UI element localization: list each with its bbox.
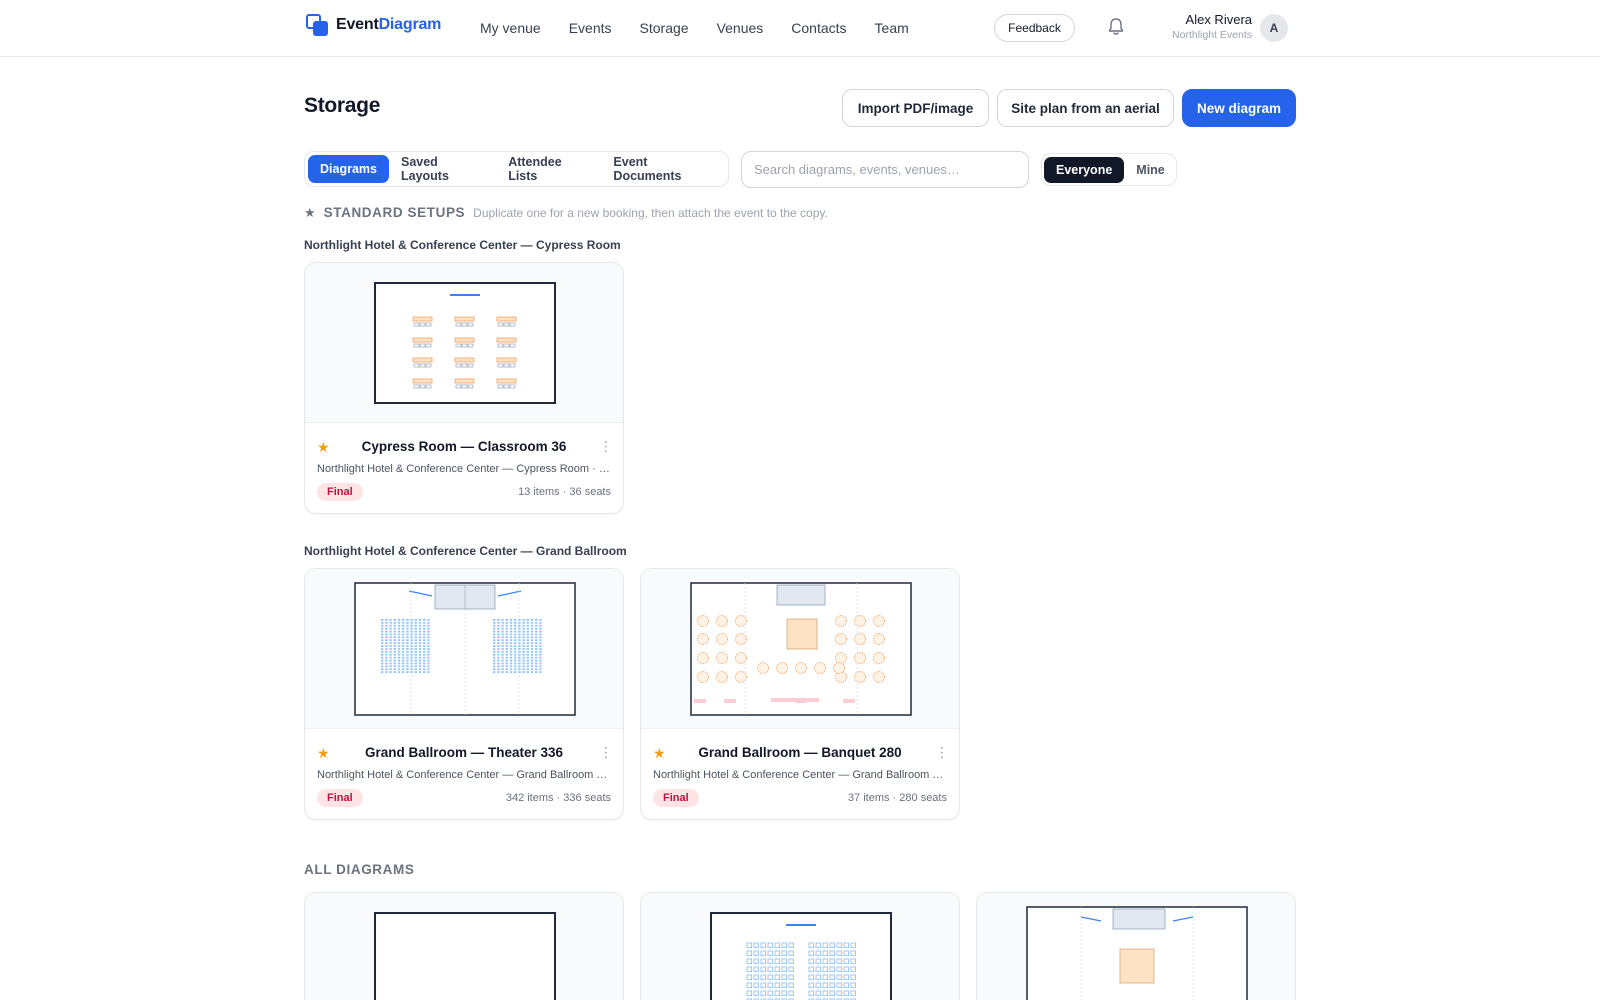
scope-mine-button[interactable]: Mine <box>1124 157 1176 183</box>
card-title: Grand Ballroom — Banquet 280 <box>698 745 902 760</box>
avatar[interactable]: A <box>1260 14 1288 42</box>
star-icon[interactable]: ★ <box>317 439 330 456</box>
page-title: Storage <box>304 94 381 117</box>
theater-layout-thumb <box>354 582 576 716</box>
user-name: Alex Rivera <box>1185 12 1252 27</box>
card-subtitle: Northlight Hotel & Conference Center — G… <box>317 769 611 781</box>
status-badge: Final <box>317 789 363 807</box>
diagram-card[interactable] <box>976 892 1296 1000</box>
logo-icon <box>306 14 328 36</box>
feedback-button[interactable]: Feedback <box>994 14 1075 42</box>
theater-small-layout-thumb <box>710 912 892 1000</box>
diagram-card[interactable]: ★ Cypress Room — Classroom 36 ⋮ Northlig… <box>304 262 624 514</box>
import-pdf-button[interactable]: Import PDF/image <box>842 89 989 127</box>
diagram-card[interactable]: ★ Grand Ballroom — Banquet 280 ⋮ Northli… <box>640 568 960 820</box>
diagram-thumbnail <box>641 893 959 1000</box>
stage-layout-thumb <box>1026 906 1248 1000</box>
nav-item-storage[interactable]: Storage <box>640 20 689 36</box>
diagram-thumbnail <box>305 893 623 1000</box>
banquet-layout-thumb <box>690 582 912 716</box>
star-icon[interactable]: ★ <box>317 745 330 762</box>
star-icon: ★ <box>304 205 316 220</box>
section-title: STANDARD SETUPS <box>323 205 466 220</box>
venue-group-title: Northlight Hotel & Conference Center — G… <box>304 544 627 558</box>
search-input[interactable] <box>741 151 1029 188</box>
standard-setups-heading: ★ STANDARD SETUPS Duplicate one for a ne… <box>304 205 828 221</box>
card-subtitle: Northlight Hotel & Conference Center — G… <box>653 769 947 781</box>
section-title: ALL DIAGRAMS <box>304 862 415 877</box>
diagram-card[interactable] <box>640 892 960 1000</box>
bell-icon[interactable] <box>1107 17 1125 37</box>
nav-links: My venue Events Storage Venues Contacts … <box>480 0 937 56</box>
diagram-thumbnail <box>641 569 959 729</box>
nav-item-my-venue[interactable]: My venue <box>480 20 541 36</box>
top-nav: EventDiagram My venue Events Storage Ven… <box>0 0 1600 57</box>
star-icon[interactable]: ★ <box>653 745 666 762</box>
status-badge: Final <box>317 483 363 501</box>
card-subtitle: Northlight Hotel & Conference Center — C… <box>317 463 610 475</box>
section-hint: Duplicate one for a new booking, then at… <box>473 206 828 220</box>
more-menu-icon[interactable]: ⋮ <box>935 745 949 759</box>
site-plan-button[interactable]: Site plan from an aerial <box>997 89 1174 127</box>
card-body: ★ Grand Ballroom — Banquet 280 ⋮ Northli… <box>641 729 959 819</box>
user-menu[interactable]: Alex Rivera Northlight Events <box>1172 12 1252 41</box>
nav-item-contacts[interactable]: Contacts <box>791 20 846 36</box>
tab-diagrams[interactable]: Diagrams <box>308 155 389 183</box>
diagram-thumbnail <box>977 893 1295 1000</box>
more-menu-icon[interactable]: ⋮ <box>599 745 613 759</box>
all-diagrams-heading: ALL DIAGRAMS <box>304 862 414 877</box>
nav-item-team[interactable]: Team <box>875 20 909 36</box>
classroom-layout-thumb <box>374 282 556 404</box>
logo-text: EventDiagram <box>336 16 442 33</box>
user-org: Northlight Events <box>1172 29 1252 41</box>
diagram-thumbnail <box>305 569 623 729</box>
empty-layout-thumb <box>374 912 556 1000</box>
scope-everyone-button[interactable]: Everyone <box>1044 156 1125 183</box>
status-badge: Final <box>653 789 699 807</box>
venue-group-title: Northlight Hotel & Conference Center — C… <box>304 238 621 252</box>
card-body: ★ Grand Ballroom — Theater 336 ⋮ Northli… <box>305 729 623 819</box>
nav-item-events[interactable]: Events <box>569 20 612 36</box>
tab-attendee-lists[interactable]: Attendee Lists <box>496 155 601 183</box>
scope-toggle: Everyone Mine <box>1041 153 1177 186</box>
tab-saved-layouts[interactable]: Saved Layouts <box>389 155 496 183</box>
card-meta: 13 items · 36 seats <box>518 486 611 498</box>
app-logo[interactable]: EventDiagram <box>306 12 441 38</box>
diagram-card[interactable]: ★ Grand Ballroom — Theater 336 ⋮ Northli… <box>304 568 624 820</box>
card-meta: 342 items · 336 seats <box>505 792 611 804</box>
card-meta: 37 items · 280 seats <box>847 792 947 804</box>
new-diagram-button[interactable]: New diagram <box>1182 89 1296 127</box>
storage-tabs: Diagrams Saved Layouts Attendee Lists Ev… <box>304 151 729 187</box>
card-title: Cypress Room — Classroom 36 <box>361 439 567 454</box>
nav-item-venues[interactable]: Venues <box>717 20 764 36</box>
more-menu-icon[interactable]: ⋮ <box>599 439 613 453</box>
tab-event-documents[interactable]: Event Documents <box>601 155 725 183</box>
diagram-thumbnail <box>305 263 623 423</box>
diagram-card[interactable] <box>304 892 624 1000</box>
card-body: ★ Cypress Room — Classroom 36 ⋮ Northlig… <box>305 423 623 513</box>
card-title: Grand Ballroom — Theater 336 <box>364 745 564 760</box>
